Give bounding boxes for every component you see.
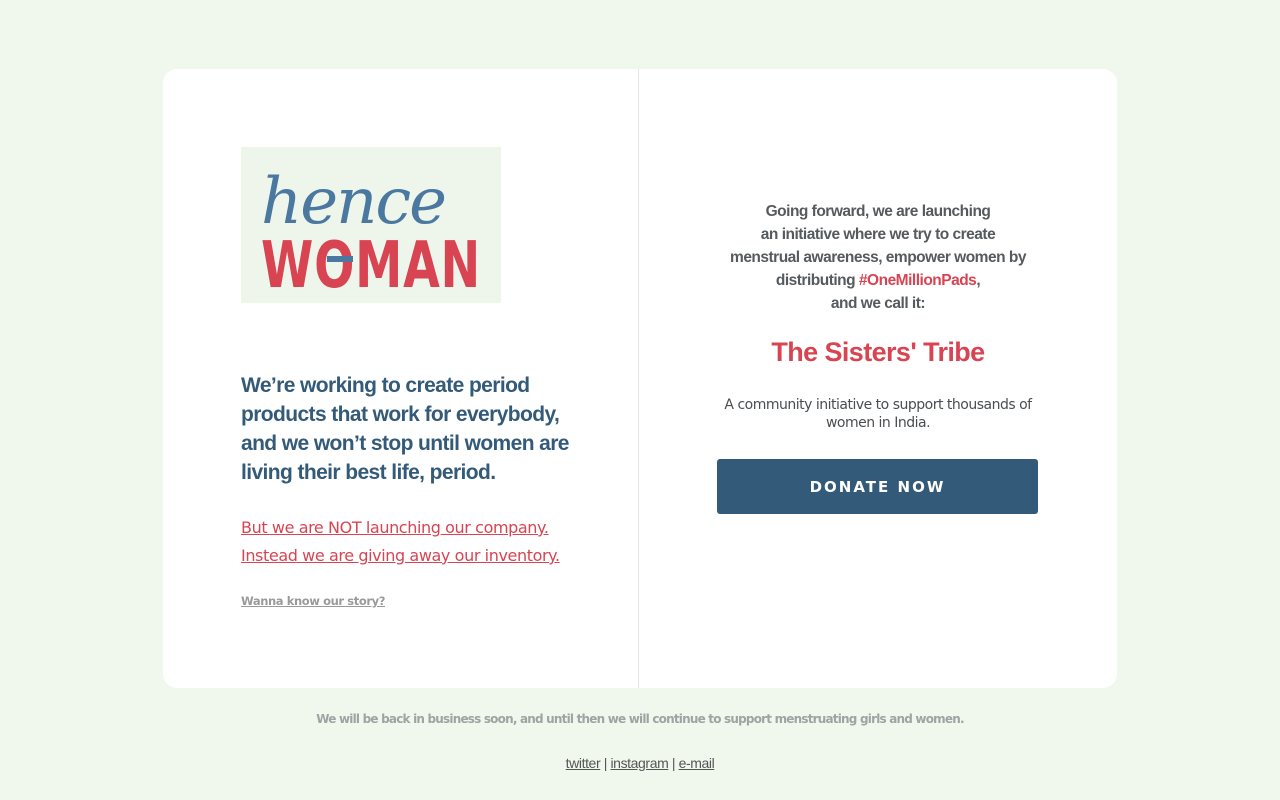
hashtag-onemillionpads: #OneMillionPads	[858, 272, 977, 289]
footer-separator: |	[671, 755, 676, 771]
initiative-intro: Going forward, we are launching an initi…	[703, 200, 1053, 315]
footer-links: twitter | instagram | e-mail	[0, 755, 1280, 771]
logo-word-woman: WOMAN	[261, 229, 481, 303]
intro-line-1: Going forward, we are launching	[765, 203, 991, 220]
instagram-link[interactable]: instagram	[610, 755, 668, 771]
footer-note: We will be back in business soon, and un…	[316, 712, 964, 726]
logo-graphic: hence WOMAN	[261, 165, 481, 303]
not-launching-link[interactable]: But we are NOT launching our company.	[241, 514, 581, 542]
our-story-link[interactable]: Wanna know our story?	[241, 594, 385, 608]
sisters-tribe-title: The Sisters' Tribe	[771, 337, 985, 367]
tribe-description: A community initiative to support thousa…	[724, 397, 1032, 431]
intro-line-3: menstrual awareness, empower women by	[730, 249, 1026, 266]
footer-separator: |	[603, 755, 608, 771]
donate-now-button[interactable]: DONATE NOW	[717, 459, 1038, 514]
intro-comma: ,	[976, 272, 981, 289]
main-card: hence WOMAN We’re working to create peri…	[163, 69, 1117, 688]
intro-distributing: distributing	[775, 272, 859, 289]
tagline: We’re working to create period products …	[241, 374, 569, 484]
announcement-links: But we are NOT launching our company. In…	[241, 514, 581, 570]
twitter-link[interactable]: twitter	[566, 755, 601, 771]
intro-line-4: distributing #OneMillionPads,	[703, 269, 1053, 292]
giving-away-link[interactable]: Instead we are giving away our inventory…	[241, 542, 581, 570]
email-link[interactable]: e-mail	[679, 755, 715, 771]
intro-line-2: an initiative where we try to create	[760, 226, 996, 243]
hencewoman-logo: hence WOMAN	[241, 147, 501, 303]
right-column: Going forward, we are launching an initi…	[639, 69, 1117, 688]
intro-line-5: and we call it:	[830, 295, 926, 312]
left-column: hence WOMAN We’re working to create peri…	[163, 69, 639, 688]
logo-o-bar	[327, 256, 353, 262]
logo-word-hence: hence	[261, 165, 445, 239]
